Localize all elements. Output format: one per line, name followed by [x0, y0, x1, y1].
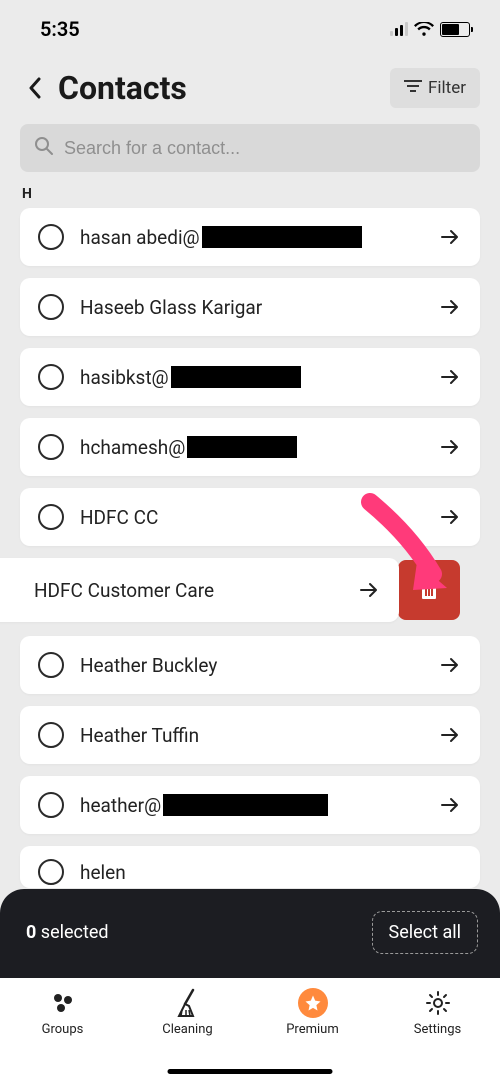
contact-row[interactable]: Haseeb Glass Karigar	[20, 278, 480, 336]
tab-label: Premium	[286, 1022, 339, 1037]
chevron-right-icon[interactable]	[438, 653, 462, 677]
search-field[interactable]	[20, 124, 480, 172]
trash-icon	[417, 575, 441, 605]
search-icon	[34, 136, 54, 160]
chevron-right-icon[interactable]	[438, 295, 462, 319]
redacted	[187, 436, 297, 458]
redacted	[171, 366, 301, 388]
contact-name: HDFC Customer Care	[34, 579, 341, 602]
tab-cleaning[interactable]: Cleaning	[148, 988, 228, 1037]
wifi-icon	[414, 22, 434, 37]
contact-row[interactable]: Heather Tuffin	[20, 706, 480, 764]
filter-label: Filter	[428, 78, 466, 98]
battery-icon	[440, 22, 470, 37]
page-title: Contacts	[58, 69, 378, 107]
chevron-right-icon[interactable]	[438, 225, 462, 249]
search-wrap	[0, 124, 500, 180]
contact-row[interactable]: hchamesh@	[20, 418, 480, 476]
redacted	[202, 226, 362, 248]
chevron-right-icon[interactable]	[438, 505, 462, 529]
contact-row[interactable]: hasibkst@	[20, 348, 480, 406]
selection-count: 0 selected	[26, 922, 109, 943]
selection-bar: 0 selected Select all	[0, 889, 500, 978]
chevron-right-icon[interactable]	[438, 365, 462, 389]
tab-groups[interactable]: Groups	[23, 988, 103, 1037]
groups-icon	[48, 988, 78, 1018]
delete-button[interactable]	[398, 560, 460, 620]
status-icons	[390, 22, 470, 37]
contact-name: heather@	[80, 794, 422, 817]
select-radio[interactable]	[38, 364, 64, 390]
contact-name: Heather Buckley	[80, 654, 422, 677]
status-time: 5:35	[40, 17, 80, 41]
contact-row[interactable]: HDFC CC	[20, 488, 480, 546]
search-input[interactable]	[64, 138, 466, 159]
contacts-list[interactable]: hasan abedi@ Haseeb Glass Karigar hasibk…	[0, 208, 500, 888]
tab-settings[interactable]: Settings	[398, 988, 478, 1037]
star-icon	[298, 988, 328, 1018]
select-radio[interactable]	[38, 722, 64, 748]
contact-name: helen	[80, 861, 462, 884]
select-radio[interactable]	[38, 504, 64, 530]
contact-card-swiped[interactable]: HDFC Customer Care	[0, 558, 399, 622]
contact-row[interactable]: hasan abedi@	[20, 208, 480, 266]
contact-name: HDFC CC	[80, 506, 422, 529]
chevron-right-icon[interactable]	[438, 435, 462, 459]
broom-icon	[173, 988, 203, 1018]
select-all-button[interactable]: Select all	[372, 911, 478, 954]
redacted	[163, 794, 328, 816]
tab-label: Settings	[414, 1022, 461, 1037]
filter-button[interactable]: Filter	[390, 68, 480, 108]
tab-label: Cleaning	[162, 1022, 212, 1037]
status-bar: 5:35	[0, 0, 500, 52]
tab-bar: Groups Cleaning Premium Settings	[0, 978, 500, 1082]
contact-row[interactable]: helen	[20, 846, 480, 888]
contact-row-swiped[interactable]: HDFC Customer Care	[40, 558, 460, 624]
contact-name: hasibkst@	[80, 366, 422, 389]
contact-row[interactable]: heather@	[20, 776, 480, 834]
contact-row[interactable]: Heather Buckley	[20, 636, 480, 694]
select-radio[interactable]	[38, 859, 64, 885]
contact-name: hasan abedi@	[80, 226, 422, 249]
select-radio[interactable]	[38, 652, 64, 678]
gear-icon	[423, 988, 453, 1018]
signal-icon	[390, 22, 408, 36]
filter-icon	[404, 78, 422, 98]
home-indicator[interactable]	[168, 1069, 333, 1074]
chevron-right-icon[interactable]	[438, 793, 462, 817]
select-radio[interactable]	[38, 224, 64, 250]
contact-name: Heather Tuffin	[80, 724, 422, 747]
back-button[interactable]	[24, 77, 46, 99]
chevron-right-icon[interactable]	[438, 723, 462, 747]
contact-name: Haseeb Glass Karigar	[80, 296, 422, 319]
contact-name: hchamesh@	[80, 436, 422, 459]
select-radio[interactable]	[38, 792, 64, 818]
select-radio[interactable]	[38, 294, 64, 320]
chevron-right-icon[interactable]	[357, 578, 381, 602]
header: Contacts Filter	[0, 52, 500, 124]
select-radio[interactable]	[38, 434, 64, 460]
section-header: H	[0, 180, 500, 208]
tab-label: Groups	[42, 1022, 84, 1037]
tab-premium[interactable]: Premium	[273, 988, 353, 1037]
